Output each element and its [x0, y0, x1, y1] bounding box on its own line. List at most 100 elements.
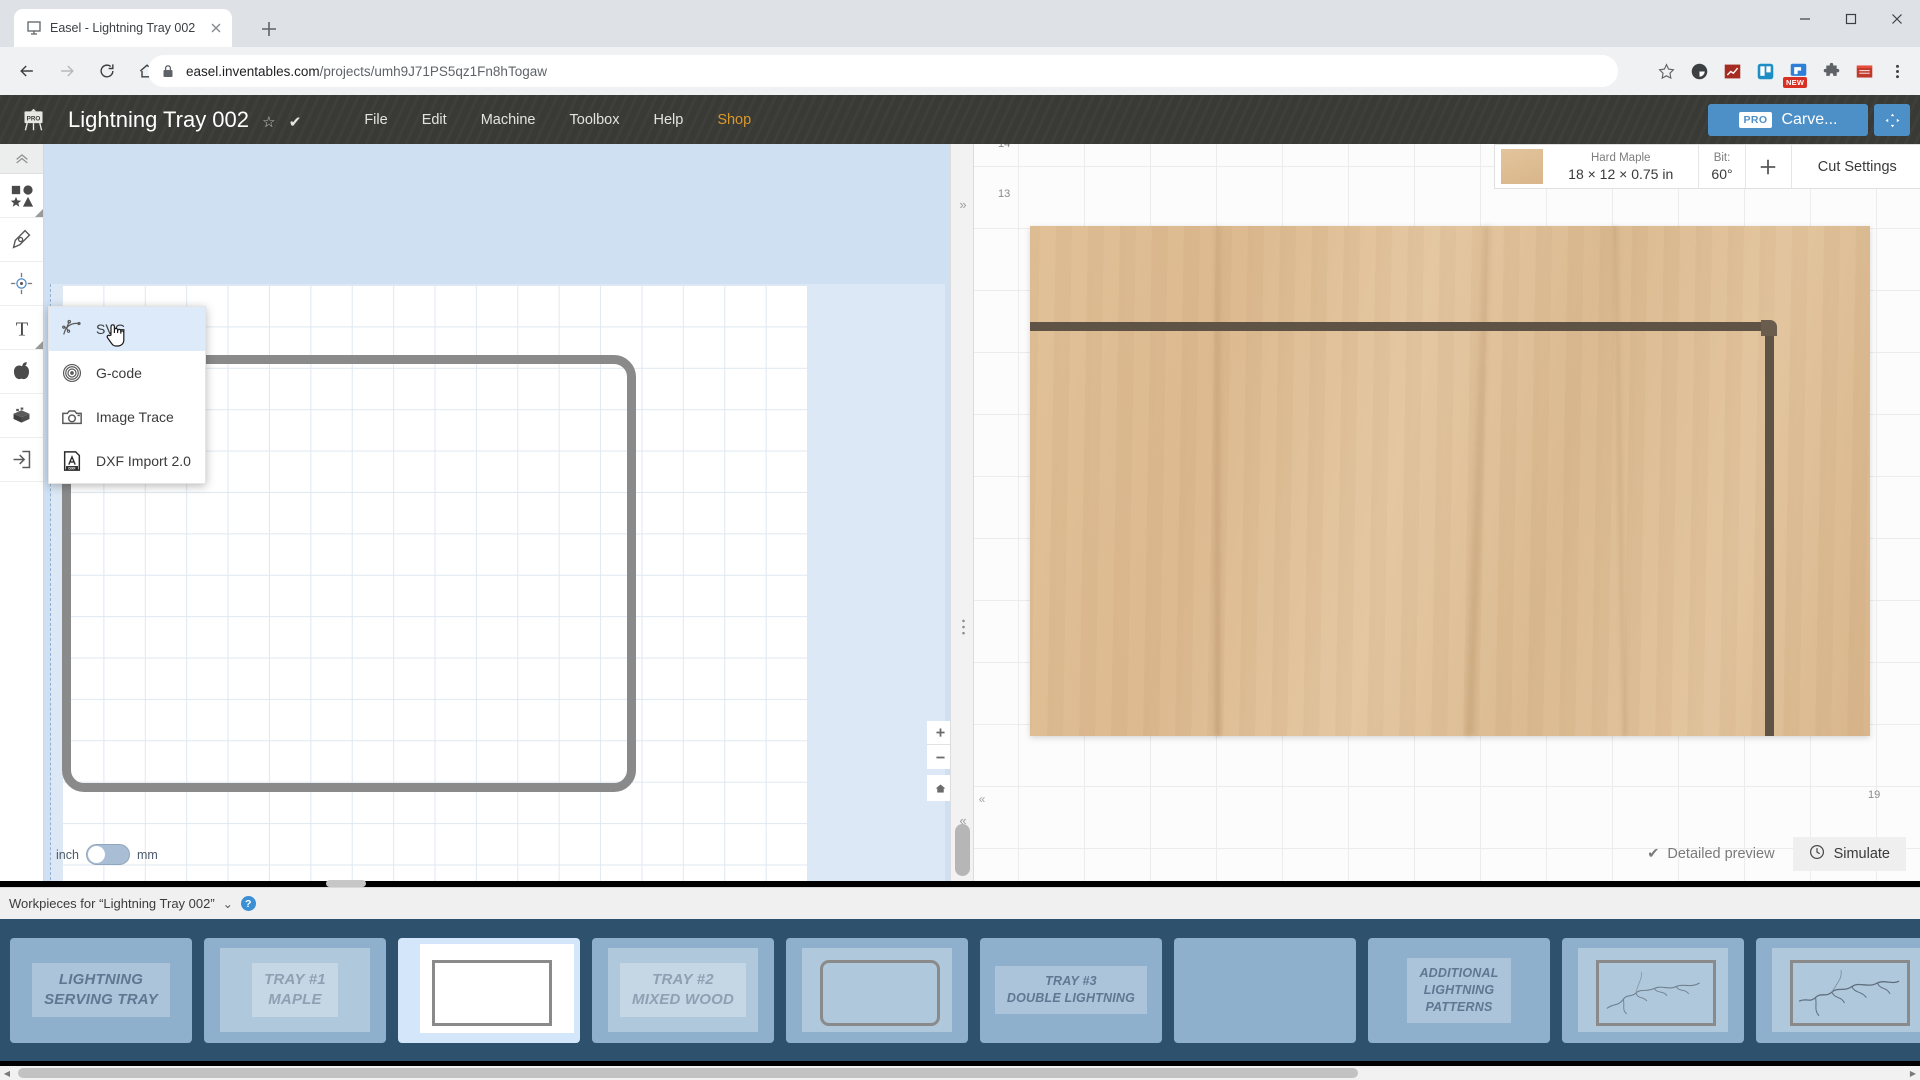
menu-item-image-trace[interactable]: Image Trace: [49, 395, 205, 439]
workpieces-resize-grip[interactable]: [326, 880, 366, 887]
stock-board-3d[interactable]: [1030, 226, 1870, 736]
list-item[interactable]: TRAY #1 MAPLE: [204, 937, 386, 1043]
hard-maple-swatch-icon[interactable]: [1501, 149, 1543, 184]
rail-collapse-button[interactable]: [0, 144, 43, 174]
unit-toggle[interactable]: inch mm: [56, 844, 158, 865]
menu-item-dxf-import[interactable]: DXF DXF Import 2.0: [49, 439, 205, 483]
maximize-icon[interactable]: [1828, 0, 1874, 38]
browser-titlebar: Easel - Lightning Tray 002: [0, 0, 1920, 47]
scroll-right-arrow-icon[interactable]: ▶: [1906, 1066, 1920, 1080]
menu-edit[interactable]: Edit: [405, 106, 464, 134]
preview-pane[interactable]: Hard Maple 18 × 12 × 0.75 in Bit: 60° Cu…: [974, 144, 1920, 881]
browser-tab[interactable]: Easel - Lightning Tray 002: [14, 9, 232, 47]
reload-icon[interactable]: [90, 54, 124, 88]
workpiece-shape: [432, 959, 552, 1026]
trello-icon[interactable]: [1752, 58, 1778, 84]
import-tool-icon[interactable]: [0, 438, 43, 482]
menu-item-gcode[interactable]: G-code: [49, 351, 205, 395]
project-title-text: Lightning Tray 002: [68, 106, 250, 132]
apps-apple-icon[interactable]: [0, 350, 43, 394]
list-item[interactable]: [786, 937, 968, 1043]
material-dimensions: 18 × 12 × 0.75 in: [1568, 165, 1674, 182]
lightning-pattern-icon: [1798, 969, 1900, 1016]
cut-settings-button[interactable]: Cut Settings: [1792, 145, 1920, 188]
window-controls: [1782, 0, 1920, 47]
menu-shop[interactable]: Shop: [700, 106, 768, 134]
shopping-icon[interactable]: [1851, 58, 1877, 84]
list-item[interactable]: [1174, 937, 1356, 1043]
add-bit-button[interactable]: [1746, 145, 1792, 188]
saved-check-icon: ✔: [288, 113, 302, 131]
preview-ruler-tick: 13: [998, 188, 1011, 200]
text-tool-icon[interactable]: T: [0, 306, 43, 350]
simulate-button[interactable]: Simulate: [1792, 837, 1906, 871]
extension-icons: NEW: [1653, 55, 1910, 88]
carve-path-corner: [1761, 320, 1777, 336]
svg-text:T: T: [15, 318, 28, 340]
svg-text:DXF: DXF: [68, 466, 76, 470]
check-icon: ✔: [1647, 846, 1660, 862]
menu-file[interactable]: File: [347, 106, 404, 134]
new-tab-button[interactable]: [256, 16, 282, 42]
list-item[interactable]: [398, 937, 580, 1043]
back-arrow-icon[interactable]: [10, 54, 44, 88]
wood-grain: [1466, 226, 1492, 736]
menu-machine[interactable]: Machine: [464, 106, 553, 134]
double-chevron-right-icon[interactable]: »: [951, 188, 975, 220]
text-tool-corner-indicator: [35, 341, 43, 349]
design-canvas[interactable]: 12 0 1 2 3 4 5 6 7 8 9 10 11 12 13 14 15…: [44, 144, 968, 881]
material-info[interactable]: Hard Maple 18 × 12 × 0.75 in: [1543, 145, 1700, 188]
wood-grain: [1214, 226, 1220, 736]
workpiece-thumb: [220, 947, 370, 1032]
detailed-preview-toggle[interactable]: ✔ Detailed preview: [1647, 846, 1774, 862]
workpieces-scrollbar-thumb[interactable]: [18, 1068, 1358, 1078]
menu-help[interactable]: Help: [636, 106, 700, 134]
easel-menu-bar: File Edit Machine Toolbox Help Shop: [347, 106, 768, 134]
analytics-icon[interactable]: [1719, 58, 1745, 84]
3d-blocks-icon[interactable]: [0, 394, 43, 438]
help-question-icon[interactable]: ?: [240, 896, 256, 911]
puzzle-extensions-icon[interactable]: [1818, 58, 1844, 84]
fullscreen-arrows-icon[interactable]: [1874, 104, 1910, 136]
address-bar[interactable]: easel.inventables.com/projects/umh9J71PS…: [148, 55, 1618, 87]
forward-arrow-icon[interactable]: [50, 54, 84, 88]
pane-divider[interactable]: » «: [950, 144, 974, 881]
workpiece-shape: [1596, 959, 1716, 1026]
scroll-left-arrow-icon[interactable]: ◀: [0, 1066, 14, 1080]
gcode-spiral-icon: [61, 362, 83, 384]
close-icon[interactable]: [208, 20, 224, 36]
minimize-icon[interactable]: [1782, 0, 1828, 38]
carve-path-right: [1765, 322, 1774, 736]
list-item[interactable]: TRAY #3 DOUBLE LIGHTNING: [980, 937, 1162, 1043]
unit-switch-control[interactable]: [85, 844, 130, 865]
preview-collapse-button[interactable]: «: [974, 784, 990, 814]
list-item[interactable]: LIGHTNING SERVING TRAY: [10, 937, 192, 1043]
workpiece-label: ADDITIONAL LIGHTNING PATTERNS: [1407, 957, 1511, 1023]
workpieces-strip[interactable]: LIGHTNING SERVING TRAY TRAY #1 MAPLE TRA…: [0, 919, 1920, 1061]
bookmark-star-icon[interactable]: [1653, 58, 1679, 84]
bit-info[interactable]: Bit: 60°: [1699, 145, 1746, 188]
chrome-menu-icon[interactable]: [1884, 58, 1910, 84]
easel-favicon-icon: [26, 20, 42, 36]
shapes-tool-corner-indicator: [35, 209, 43, 217]
menu-item-svg[interactable]: SVG: [49, 307, 205, 351]
pen-tool-icon[interactable]: [0, 218, 43, 262]
menu-item-label: DXF Import 2.0: [96, 453, 191, 469]
loom-icon[interactable]: NEW: [1783, 58, 1811, 88]
list-item[interactable]: TRAY #2 MIXED WOOD: [592, 937, 774, 1043]
window-close-icon[interactable]: [1874, 0, 1920, 38]
menu-toolbox[interactable]: Toolbox: [553, 106, 637, 134]
list-item[interactable]: ADDITIONAL LIGHTNING PATTERNS: [1368, 937, 1550, 1043]
double-chevron-left-icon[interactable]: «: [951, 804, 975, 836]
camera-icon: [61, 406, 83, 428]
list-item[interactable]: [1756, 937, 1920, 1043]
star-outline-icon[interactable]: ☆: [262, 114, 275, 131]
shapes-tool-icon[interactable]: [0, 174, 43, 218]
center-point-tool-icon[interactable]: [0, 262, 43, 306]
browser-chrome: Easel - Lightning Tray 002 easel.inventa…: [0, 0, 1920, 95]
easel-pro-logo-icon[interactable]: PRO: [12, 106, 54, 133]
carve-button[interactable]: PRO Carve...: [1708, 104, 1868, 136]
grammarly-icon[interactable]: [1686, 58, 1712, 84]
list-item[interactable]: [1562, 937, 1744, 1043]
double-chevron-down-icon[interactable]: ⌄: [223, 897, 233, 911]
